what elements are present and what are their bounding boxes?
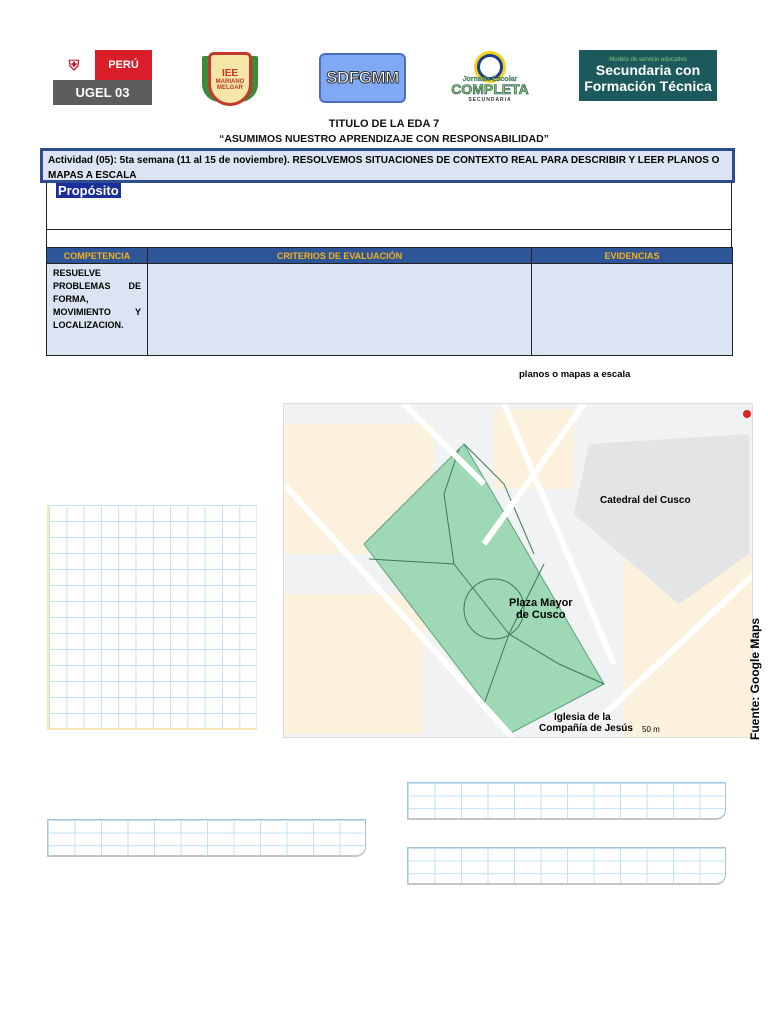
secundaria-line1: Secundaria con	[595, 62, 701, 79]
activity-box: Actividad (05): 5ta semana (11 al 15 de …	[40, 148, 735, 183]
evaluation-table: COMPETENCIA CRITERIOS DE EVALUACIÓN EVID…	[46, 247, 733, 356]
header-evidencias: EVIDENCIAS	[531, 247, 733, 264]
secundaria-logo: Modelo de servicio educativo Secundaria …	[579, 50, 717, 101]
page-subtitle: “ASUMIMOS NUESTRO APRENDIZAJE CON RESPON…	[219, 133, 549, 145]
logo-peru-text: PERÚ	[95, 50, 152, 80]
secundaria-line2: Formación Técnica	[584, 77, 712, 94]
jornada-logo: Jornada Escolar COMPLETA SECUNDARIA	[438, 52, 542, 104]
section-label: planos o mapas a escala	[519, 369, 631, 380]
purpose-label: Propósito	[56, 183, 121, 198]
header-competencia: COMPETENCIA	[46, 247, 148, 264]
spacer-row	[46, 230, 732, 247]
map-image: Plaza Mayor de Cusco Catedral del Cusco …	[283, 403, 753, 738]
jornada-line2: COMPLETA	[451, 80, 529, 97]
map-label-catedral: Catedral del Cusco	[600, 495, 691, 506]
ugel-logo: ⛨ PERÚ UGEL 03	[53, 50, 152, 105]
grid-strip-1	[47, 819, 366, 857]
school-logo: IEE MARIANO MELGAR	[192, 50, 268, 108]
evidencias-cell[interactable]	[531, 263, 733, 356]
school-initials: IEE	[221, 67, 239, 79]
map-pin-icon	[743, 410, 751, 418]
school-name-2: MELGAR	[217, 84, 243, 91]
page-title: TITULO DE LA EDA 7	[328, 118, 440, 130]
jornada-line3: SECUNDARIA	[468, 96, 512, 103]
purpose-box: Propósito	[46, 182, 732, 230]
map-label-plaza: Plaza Mayor	[509, 597, 573, 609]
criterios-cell[interactable]	[147, 263, 532, 356]
header-criterios: CRITERIOS DE EVALUACIÓN	[147, 247, 532, 264]
map-label-plaza-2: de Cusco	[516, 609, 566, 621]
competencia-cell: RESUELVE PROBLEMAS DE FORMA, MOVIMIENTO …	[46, 263, 148, 356]
coat-of-arms-icon: ⛨	[53, 50, 95, 80]
map-drawing: Plaza Mayor de Cusco Catedral del Cusco …	[284, 404, 752, 737]
map-label-iglesia: Iglesia de la	[554, 712, 611, 723]
sdfgmm-logo: SDFGMM	[319, 53, 406, 103]
grid-paper	[47, 505, 257, 730]
map-scale: 50 m	[642, 725, 660, 734]
map-source: Fuente: Google Maps	[748, 617, 762, 740]
map-label-compania: Compañía de Jesús	[539, 723, 633, 734]
grid-strip-2	[407, 782, 726, 820]
grid-strip-3	[407, 847, 726, 885]
logo-ugel-text: UGEL 03	[53, 80, 152, 105]
